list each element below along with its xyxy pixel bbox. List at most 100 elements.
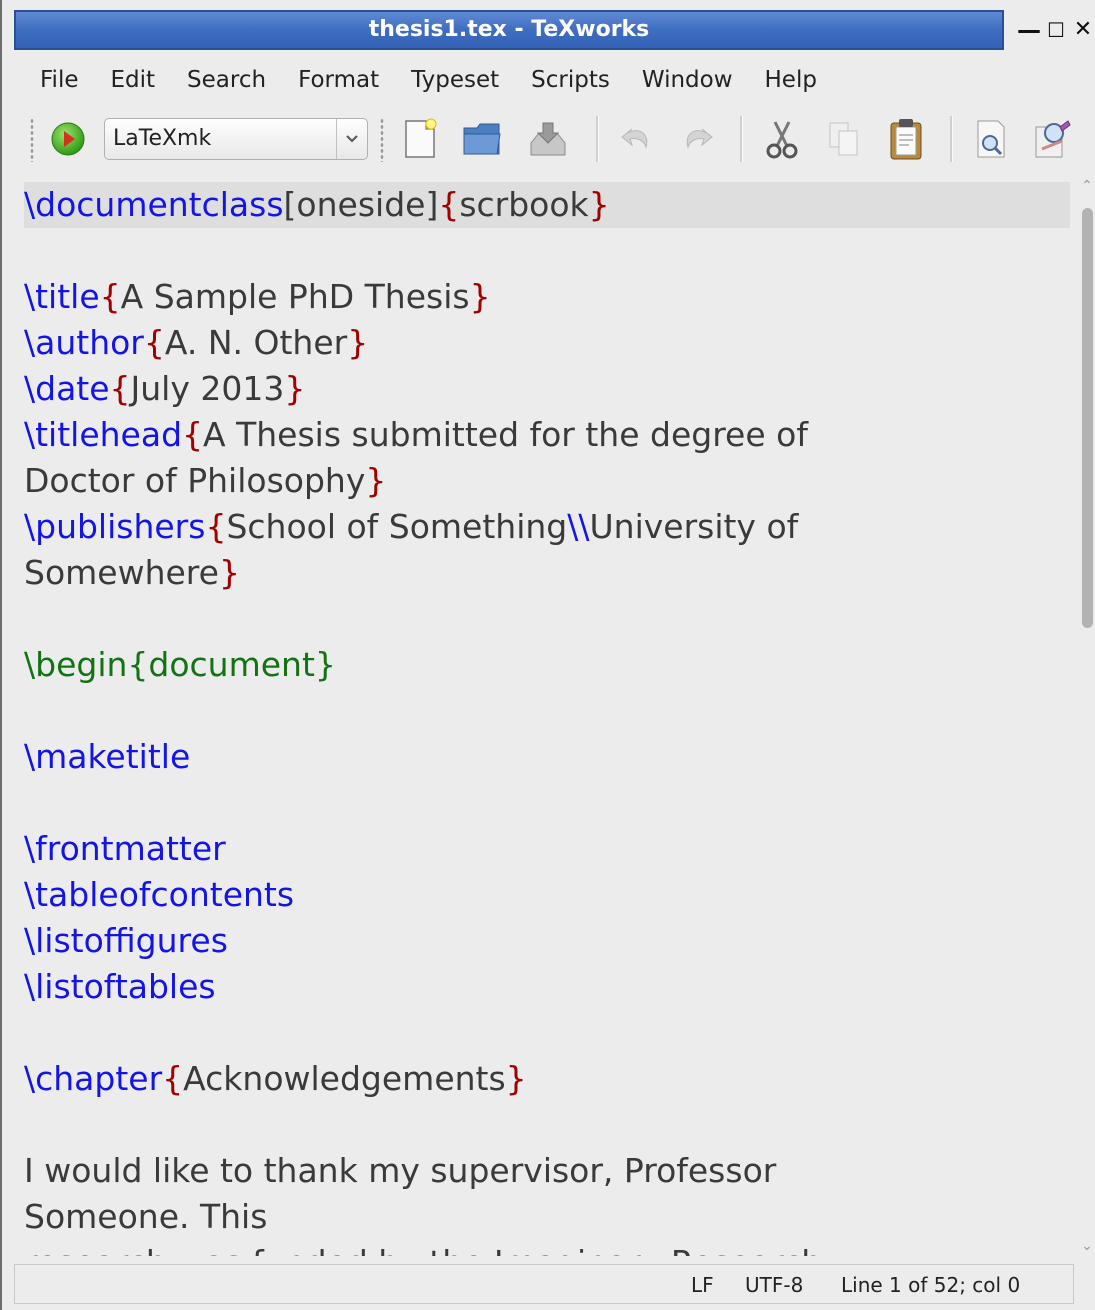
undo-icon[interactable] [612, 114, 660, 164]
code-line[interactable]: \author{A. N. Other} [24, 320, 368, 366]
code-line[interactable]: \frontmatter [24, 826, 226, 872]
code-token-plain: A Sample PhD Thesis [120, 277, 470, 316]
code-token-brace: } [588, 185, 610, 224]
menu-file[interactable]: File [24, 60, 95, 100]
code-token-plain: Somewhere [24, 553, 219, 592]
toolbar-grip-2[interactable] [380, 118, 384, 162]
code-line[interactable]: \tableofcontents [24, 872, 294, 918]
code-line[interactable]: \begin{document} [24, 642, 336, 688]
code-token-env: \begin{document} [24, 645, 336, 684]
redo-icon[interactable] [674, 114, 722, 164]
paste-icon[interactable] [882, 114, 930, 164]
line-ending-indicator[interactable]: LF [691, 1265, 714, 1305]
minimize-button[interactable]: — [1014, 12, 1044, 48]
code-token-plain: School of Something [226, 507, 568, 546]
code-line[interactable]: \documentclass[oneside]{scrbook} [24, 182, 610, 228]
code-line[interactable]: Doctor of Philosophy} [24, 458, 386, 504]
scroll-down-icon[interactable]: ⌄ [1079, 1238, 1095, 1254]
texworks-window: thesis1.tex - TeXworks — ☐ ✕ File Edit S… [0, 0, 1095, 1310]
code-token-brace: { [205, 507, 227, 546]
toolbar-grip[interactable] [30, 118, 34, 162]
new-document-icon[interactable] [396, 114, 444, 164]
menu-scripts[interactable]: Scripts [515, 60, 626, 100]
code-token-brace: } [365, 461, 387, 500]
code-token-brace: { [143, 323, 165, 362]
code-line[interactable]: \date{July 2013} [24, 366, 305, 412]
code-line[interactable]: Someone. This [24, 1194, 267, 1240]
code-token-cmd: \titlehead [24, 415, 183, 454]
code-line[interactable]: research was funded by the Imaginary Res… [24, 1240, 822, 1256]
vertical-scrollbar[interactable]: ⌃ ⌄ [1077, 178, 1095, 1256]
code-token-cmd: \listoffigures [24, 921, 228, 960]
code-line[interactable]: I would like to thank my supervisor, Pro… [24, 1148, 776, 1194]
title-bar[interactable]: thesis1.tex - TeXworks [14, 10, 1004, 50]
cursor-position: Line 1 of 52; col 0 [841, 1273, 1021, 1297]
code-token-plain: I would like to thank my supervisor, Pro… [24, 1151, 777, 1190]
code-token-cmd: \listoftables [24, 967, 216, 1006]
code-token-plain: scrbook [459, 185, 589, 224]
typeset-engine-select[interactable]: LaTeXmk [104, 118, 368, 160]
code-token-cmd: \tableofcontents [24, 875, 295, 914]
cut-icon[interactable] [758, 114, 806, 164]
toolbar: LaTeXmk [24, 110, 1089, 170]
code-token-cmd: \publishers [24, 507, 206, 546]
code-token-cmd: \chapter [24, 1059, 163, 1098]
code-token-plain: July 2013 [130, 369, 285, 408]
encoding-indicator[interactable]: UTF-8 [745, 1265, 803, 1305]
code-line[interactable]: \maketitle [24, 734, 190, 780]
code-token-brace: { [162, 1059, 184, 1098]
menu-typeset[interactable]: Typeset [395, 60, 515, 100]
code-token-cmd: \documentclass [24, 185, 284, 224]
code-token-brace: { [99, 277, 121, 316]
code-token-plain: Someone. This [24, 1197, 268, 1236]
code-token-plain: A Thesis submitted for the degree of [203, 415, 808, 454]
close-button[interactable]: ✕ [1070, 12, 1095, 48]
code-editor[interactable]: \documentclass[oneside]{scrbook} \title{A… [14, 178, 1074, 1256]
chevron-down-icon [336, 119, 367, 159]
code-token-plain: A. N. Other [164, 323, 348, 362]
code-line[interactable]: \publishers{School of Something\\Univers… [24, 504, 798, 550]
code-token-brace: { [438, 185, 460, 224]
open-folder-icon[interactable] [458, 114, 506, 164]
menu-search[interactable]: Search [171, 60, 282, 100]
code-token-cmd: \date [24, 369, 110, 408]
code-line[interactable]: \titlehead{A Thesis submitted for the de… [24, 412, 808, 458]
code-token-brace: } [218, 553, 240, 592]
scroll-up-icon[interactable]: ⌃ [1079, 178, 1095, 194]
menu-edit[interactable]: Edit [95, 60, 172, 100]
code-line[interactable]: \listoffigures [24, 918, 228, 964]
status-bar: LF UTF-8 Line 1 of 52; col 0 [14, 1264, 1074, 1304]
code-line[interactable]: \title{A Sample PhD Thesis} [24, 274, 491, 320]
code-token-brace: } [284, 369, 306, 408]
code-token-plain: [oneside] [283, 185, 439, 224]
code-token-cmd: \maketitle [24, 737, 191, 776]
copy-icon[interactable] [820, 114, 868, 164]
find-icon[interactable] [968, 114, 1016, 164]
code-token-cmd: \title [24, 277, 100, 316]
code-token-brace: { [182, 415, 204, 454]
typeset-engine-value: LaTeXmk [113, 126, 212, 151]
code-line[interactable]: \listoftables [24, 964, 216, 1010]
typeset-run-icon[interactable] [44, 114, 92, 164]
code-token-brace: } [347, 323, 369, 362]
code-token-cmd: \author [24, 323, 144, 362]
code-token-plain: University of [589, 507, 799, 546]
code-token-brace: } [505, 1059, 527, 1098]
menu-format[interactable]: Format [282, 60, 395, 100]
code-token-plain: Doctor of Philosophy [24, 461, 366, 500]
scrollbar-thumb[interactable] [1082, 208, 1093, 628]
save-icon[interactable] [524, 114, 572, 164]
code-token-brace: } [469, 277, 491, 316]
code-token-cmd: \\ [567, 507, 590, 546]
menu-window[interactable]: Window [626, 60, 749, 100]
menu-help[interactable]: Help [749, 60, 833, 100]
code-token-cmd: \frontmatter [24, 829, 226, 868]
window-title: thesis1.tex - TeXworks [368, 17, 650, 42]
code-token-plain: Acknowledgements [183, 1059, 506, 1098]
code-token-brace: { [109, 369, 131, 408]
menu-bar: File Edit Search Format Typeset Scripts … [24, 60, 833, 100]
code-line[interactable]: Somewhere} [24, 550, 240, 596]
replace-icon[interactable] [1028, 114, 1076, 164]
code-line[interactable]: \chapter{Acknowledgements} [24, 1056, 527, 1102]
maximize-button[interactable]: ☐ [1044, 12, 1068, 48]
